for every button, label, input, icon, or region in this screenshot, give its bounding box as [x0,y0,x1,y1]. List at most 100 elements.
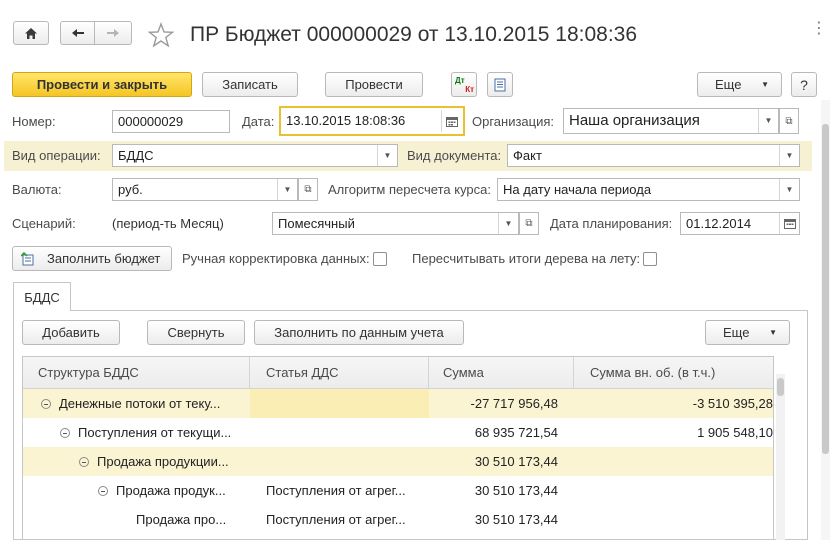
operation-type-value: БДДС [118,148,154,163]
dtkt-icon-bottom: Кт [465,84,474,94]
help-button[interactable]: ? [791,72,817,97]
number-label: Номер: [12,114,56,129]
chevron-down-icon[interactable]: ▼ [377,145,397,166]
home-icon [25,27,37,39]
more-button[interactable]: Еще ▼ [697,72,782,97]
currency-value: руб. [118,182,143,197]
chevron-down-icon[interactable]: ▼ [277,179,297,200]
row-name: Продажа продукции... [97,454,229,469]
organization-field[interactable]: Наша организация ▼ [563,108,779,134]
window-scrollbar-thumb[interactable] [822,124,829,454]
currency-label: Валюта: [12,182,62,197]
column-header-article[interactable]: Статья ДДС [250,357,429,389]
tab-bdds[interactable]: БДДС [13,282,71,311]
manual-correction-checkbox[interactable] [373,252,387,266]
calendar-icon[interactable] [779,213,799,234]
scenario-value: Помесячный [278,216,355,231]
table-cell-structure: Продажа продук... [98,476,250,505]
collapse-node-icon[interactable] [60,427,70,438]
table-row[interactable]: Продажа продукции... 30 510 173,44 [23,447,773,476]
table-scrollbar[interactable] [776,374,785,540]
chevron-down-icon[interactable]: ▼ [779,145,799,166]
column-header-sum[interactable]: Сумма [429,357,574,389]
planning-date-field[interactable]: 01.12.2014 [680,212,800,235]
collapse-button[interactable]: Свернуть [147,320,245,345]
table-cell-structure: Поступления от текущи... [60,418,250,447]
number-field[interactable]: 000000029 [112,110,230,133]
column-header-internal-sum[interactable]: Сумма вн. об. (в т.ч.) [574,357,773,389]
window-scrollbar[interactable] [821,100,830,540]
star-icon[interactable] [148,22,174,48]
table-row[interactable]: Поступления от текущи... 68 935 721,54 1… [23,418,773,447]
tab-bdds-label: БДДС [24,289,60,305]
column-header-structure[interactable]: Структура БДДС [23,357,250,389]
table-cell-article: Поступления от агрег... [266,483,406,498]
row-name: Денежные потоки от теку... [59,396,221,411]
currency-field[interactable]: руб. ▼ [112,178,298,201]
recalc-tree-checkbox[interactable] [643,252,657,266]
report-button[interactable] [487,72,513,97]
table-cell-sum: 68 935 721,54 [474,425,558,440]
scenario-period-text: (период-ть Месяц) [112,216,224,231]
caret-down-icon: ▼ [761,80,769,89]
forward-button[interactable] [94,21,132,45]
window-title: ПР Бюджет 000000029 от 13.10.2015 18:08:… [190,23,638,46]
table-cell-sum: 30 510 173,44 [474,454,558,469]
planning-date-value: 01.12.2014 [686,216,752,231]
row-name: Продажа продук... [116,483,226,498]
post-and-close-button[interactable]: Провести и закрыть [12,72,192,97]
chevron-down-icon[interactable]: ▼ [498,213,518,234]
fill-by-accounting-button[interactable]: Заполнить по данным учета [254,320,464,345]
organization-label: Организация: [472,114,555,129]
back-button[interactable] [60,21,95,45]
more-button-label: Еще [715,77,742,92]
operation-type-label: Вид операции: [12,148,101,163]
table-row[interactable]: Продажа про... Поступления от агрег... 3… [23,505,773,534]
table-scrollbar-thumb[interactable] [777,378,784,396]
recalc-tree-label: Пересчитывать итоги дерева на лету: [412,251,641,266]
date-label: Дата: [242,114,275,129]
table-cell-article: Поступления от агрег... [266,512,406,527]
planning-date-label: Дата планирования: [550,216,673,231]
table-cell-internal-sum: 1 905 548,10 [697,425,773,440]
dtkt-button[interactable]: Дт Кт [451,72,477,97]
chevron-down-icon[interactable]: ▼ [758,109,778,133]
document-type-value: Факт [513,148,542,163]
date-field-value: 13.10.2015 18:08:36 [286,113,406,128]
table-cell-sum: -27 717 956,48 [470,396,558,411]
table-cell-article-active [250,389,429,418]
rate-algorithm-field[interactable]: На дату начала периода ▼ [497,178,800,201]
table-header: Структура БДДС Статья ДДС Сумма Сумма вн… [23,357,773,389]
document-type-field[interactable]: Факт ▼ [507,144,800,167]
document-type-label: Вид документа: [407,148,502,163]
calendar-icon[interactable] [441,110,461,132]
open-currency-icon[interactable]: ⧉ [298,178,318,201]
table-row[interactable]: Денежные потоки от теку... -27 717 956,4… [23,389,773,418]
organization-value: Наша организация [569,112,700,129]
add-button[interactable]: Добавить [22,320,120,345]
operation-type-field[interactable]: БДДС ▼ [112,144,398,167]
collapse-node-icon[interactable] [98,485,108,496]
table-row[interactable]: Продажа продук... Поступления от агрег..… [23,476,773,505]
more-vertical-icon[interactable]: ⋮ [811,21,827,44]
document-icon [494,78,506,91]
collapse-node-icon[interactable] [41,398,51,409]
table-cell-sum: 30 510 173,44 [474,512,558,527]
table-cell-internal-sum: -3 510 395,28 [692,396,773,411]
arrow-left-icon [71,29,84,37]
scenario-field[interactable]: Помесячный ▼ [272,212,519,235]
table-cell-sum: 30 510 173,44 [474,483,558,498]
fill-icon [21,251,34,265]
fill-budget-button[interactable]: Заполнить бюджет [12,246,172,271]
open-organization-icon[interactable]: ⧉ [779,108,799,134]
chevron-down-icon[interactable]: ▼ [779,179,799,200]
collapse-node-icon[interactable] [79,456,89,467]
table-more-button[interactable]: Еще ▼ [705,320,790,345]
save-button[interactable]: Записать [202,72,298,97]
home-button[interactable] [13,21,49,45]
post-button[interactable]: Провести [325,72,423,97]
open-scenario-icon[interactable]: ⧉ [519,212,539,235]
table-more-label: Еще [723,325,750,340]
date-field[interactable]: 13.10.2015 18:08:36 [279,106,465,136]
row-name: Поступления от текущи... [78,425,232,440]
